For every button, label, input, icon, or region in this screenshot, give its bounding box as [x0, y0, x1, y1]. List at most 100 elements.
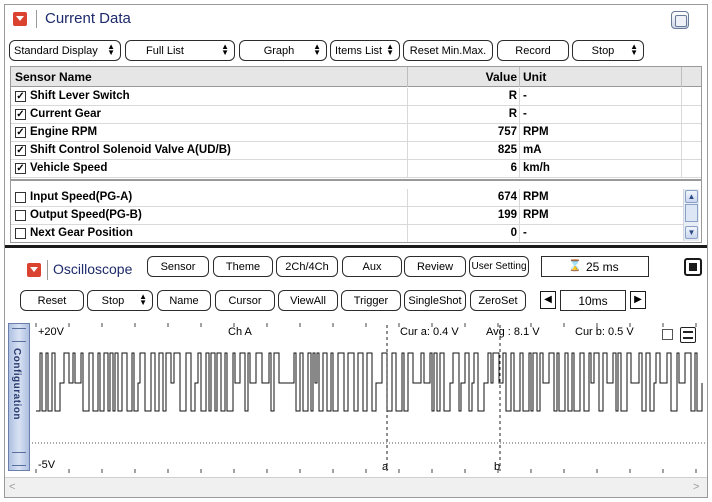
row-checkbox[interactable]: ✓	[15, 109, 26, 120]
row-checkbox[interactable]: ✓	[15, 163, 26, 174]
cell-divider	[519, 142, 520, 160]
cell-divider	[519, 124, 520, 142]
row-checkbox[interactable]	[15, 192, 26, 203]
sensor-name: Input Speed(PG-A)	[30, 191, 133, 203]
cell-divider	[519, 88, 520, 106]
row-checkbox[interactable]	[15, 210, 26, 221]
sensor-name: Shift Control Solenoid Valve A(UD/B)	[30, 144, 231, 156]
sensor-value: 757	[497, 126, 517, 138]
trigger-button[interactable]: Trigger	[341, 290, 401, 311]
scroll-thumb[interactable]	[685, 204, 698, 222]
cell-divider	[519, 160, 520, 178]
table-row[interactable]: ✓ Shift Control Solenoid Valve A(UD/B) 8…	[11, 142, 701, 160]
sample-time-field[interactable]: ⌛ 25 ms	[541, 256, 649, 277]
column-divider	[519, 67, 520, 87]
panel-splitter[interactable]	[5, 245, 707, 248]
cell-divider	[681, 160, 682, 178]
cell-divider	[407, 142, 408, 160]
column-value[interactable]: Value	[411, 70, 517, 84]
aux-button[interactable]: Aux	[342, 256, 402, 277]
channels-button[interactable]: 2Ch/4Ch	[276, 256, 338, 277]
standard-display-label: Standard Display	[14, 44, 98, 57]
sensor-unit: RPM	[523, 126, 549, 138]
timebase-decrease-icon[interactable]: ◀	[540, 291, 556, 309]
sensor-unit: -	[523, 108, 527, 120]
table-scrollbar[interactable]: ▲ ▼	[683, 189, 699, 241]
cursor-a-marker: a	[382, 461, 389, 473]
table-header: Sensor Name Value Unit	[11, 67, 701, 87]
oscilloscope-display[interactable]: +20V -5V Ch A Cur a: 0.4 V Avg : 8.1 V C…	[32, 323, 706, 473]
row-checkbox[interactable]	[15, 228, 26, 239]
table-row[interactable]: Next Gear Position 0 -	[11, 225, 683, 242]
standard-display-select[interactable]: Standard Display ▲ ▼	[9, 40, 121, 61]
configuration-tab[interactable]: Configuration	[8, 323, 30, 471]
cell-divider	[681, 88, 682, 106]
spinner-icon: ▲ ▼	[107, 42, 115, 57]
collapse-icon[interactable]	[13, 12, 27, 26]
cell-divider	[407, 225, 408, 242]
sensor-value: 674	[497, 191, 517, 203]
sensor-value: 6	[510, 162, 517, 174]
reset-minmax-button[interactable]: Reset Min.Max.	[403, 40, 493, 61]
column-sensor-name[interactable]: Sensor Name	[15, 70, 92, 84]
single-shot-button[interactable]: SingleShot	[404, 290, 466, 311]
zero-set-button[interactable]: ZeroSet	[470, 290, 526, 311]
theme-button[interactable]: Theme	[213, 256, 273, 277]
restore-window-icon[interactable]	[671, 11, 689, 29]
horizontal-scrollbar[interactable]: < >	[5, 477, 707, 497]
stop-mode-label: Stop	[101, 294, 125, 307]
scroll-up-icon[interactable]: ▲	[685, 190, 698, 203]
sensor-value: 0	[510, 227, 517, 239]
table-row[interactable]: ✓ Vehicle Speed 6 km/h	[11, 160, 701, 178]
row-checkbox[interactable]: ✓	[15, 127, 26, 138]
oscilloscope-title: Oscilloscope	[53, 261, 133, 277]
sensor-unit: RPM	[523, 191, 549, 203]
sensor-value: 825	[497, 144, 517, 156]
timebase-value: 10ms	[578, 293, 608, 308]
sensor-unit: RPM	[523, 209, 549, 221]
row-checkbox[interactable]: ✓	[15, 145, 26, 156]
user-setting-button[interactable]: User Setting	[469, 256, 529, 277]
review-button[interactable]: Review	[404, 256, 466, 277]
items-list-select[interactable]: Items List ▲ ▼	[330, 40, 400, 61]
divider	[36, 10, 37, 28]
scroll-right-icon[interactable]: >	[693, 481, 699, 493]
channel-visibility-checkbox[interactable]	[662, 329, 673, 340]
row-checkbox[interactable]: ✓	[15, 91, 26, 102]
table-row[interactable]: ✓ Shift Lever Switch R -	[11, 88, 701, 106]
table-row[interactable]: ✓ Current Gear R -	[11, 106, 701, 124]
stop-label: Stop	[591, 44, 615, 57]
column-unit[interactable]: Unit	[523, 70, 546, 84]
scroll-down-icon[interactable]: ▼	[685, 226, 698, 239]
timebase-field[interactable]: 10ms	[560, 290, 626, 311]
full-list-select[interactable]: Full List ▲ ▼	[125, 40, 235, 61]
average-readout: Avg : 8.1 V	[486, 326, 540, 338]
channel-label: Ch A	[228, 326, 252, 338]
display-mode-icon[interactable]	[680, 327, 696, 343]
record-button[interactable]: Record	[497, 40, 569, 61]
table-row[interactable]: ✓ Engine RPM 757 RPM	[11, 124, 701, 142]
view-all-button[interactable]: ViewAll	[278, 290, 338, 311]
sensor-name: Current Gear	[30, 108, 101, 120]
current-data-title: Current Data	[45, 10, 131, 27]
sensor-button[interactable]: Sensor	[147, 256, 209, 277]
cursor-button[interactable]: Cursor	[215, 290, 275, 311]
scroll-left-icon[interactable]: <	[9, 481, 15, 493]
divider	[47, 260, 48, 280]
reset-button[interactable]: Reset	[20, 290, 84, 311]
oscilloscope-collapse-icon[interactable]	[27, 263, 41, 277]
table-row[interactable]: Output Speed(PG-B) 199 RPM	[11, 207, 683, 225]
stop-select[interactable]: Stop ▲ ▼	[572, 40, 644, 61]
column-divider	[681, 67, 682, 87]
cell-divider	[681, 106, 682, 124]
tick-marks	[35, 469, 697, 473]
graph-select[interactable]: Graph ▲ ▼	[239, 40, 327, 61]
table-row[interactable]: Input Speed(PG-A) 674 RPM	[11, 189, 683, 207]
sensor-value: 199	[497, 209, 517, 221]
stop-mode-select[interactable]: Stop ▲ ▼	[87, 290, 153, 311]
name-button[interactable]: Name	[157, 290, 211, 311]
cell-divider	[407, 106, 408, 124]
cell-divider	[519, 106, 520, 124]
stop-capture-icon[interactable]	[684, 258, 702, 276]
timebase-increase-icon[interactable]: ▶	[630, 291, 646, 309]
